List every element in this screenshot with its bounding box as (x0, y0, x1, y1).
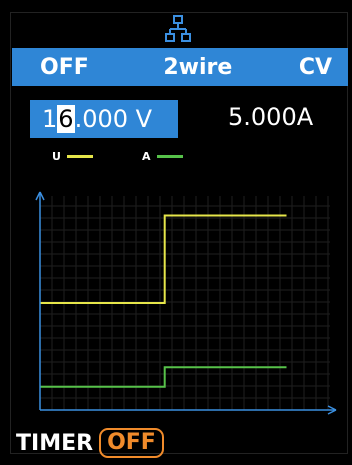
legend-voltage-swatch (66, 155, 93, 158)
sense-mode[interactable]: 2wire (163, 55, 232, 80)
waveform-chart (35, 191, 337, 415)
legend-current-label: A (142, 150, 151, 163)
psu-screen: OFF 2wire CV 1 6.000 V 5.000A U A TIMER O… (0, 0, 352, 465)
timer-toggle[interactable]: OFF (99, 428, 164, 458)
legend-current: A (142, 150, 183, 163)
output-state[interactable]: OFF (40, 55, 89, 80)
legend-current-swatch (156, 155, 183, 158)
voltage-suffix: .000 V (74, 105, 153, 133)
regulation-mode: CV (298, 54, 332, 80)
timer-label: TIMER (16, 430, 94, 456)
legend-voltage-label: U (52, 150, 61, 163)
network-icon (165, 15, 191, 42)
voltage-setpoint[interactable]: 1 6.000 V (30, 100, 178, 138)
voltage-cursor-digit[interactable]: 6 (57, 105, 75, 133)
series-line-A (40, 366, 287, 388)
timer-control: TIMER OFF (16, 428, 164, 458)
status-bar: OFF 2wire CV (12, 48, 348, 86)
legend-voltage: U (52, 150, 93, 163)
voltage-prefix: 1 (42, 105, 58, 133)
current-setpoint[interactable]: 5.000A (228, 103, 313, 131)
